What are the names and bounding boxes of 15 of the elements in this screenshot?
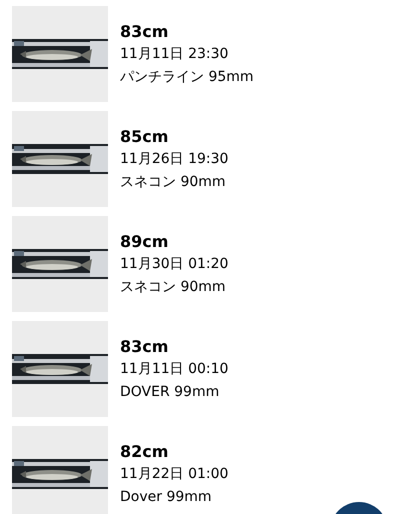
lure-name: DOVER 99mm <box>120 382 220 402</box>
lure-name: スネコン 90mm <box>120 278 227 296</box>
catch-datetime: 11月26日 19:30 <box>120 150 228 168</box>
catch-size: 83cm <box>120 336 170 356</box>
catch-datetime: 11月22日 01:00 <box>120 464 228 484</box>
catch-size: 82cm <box>120 440 170 462</box>
catch-datetime: 11月11日 00:10 <box>120 360 228 378</box>
catch-size: 83cm <box>120 20 170 42</box>
catch-datetime: 11月30日 01:20 <box>120 254 228 274</box>
catch-size: 89cm <box>120 230 170 252</box>
catch-datetime: 11月11日 23:30 <box>120 44 230 64</box>
lure-name: パンチライン 95mm <box>120 68 254 86</box>
catch-size: 85cm <box>120 126 170 146</box>
lure-name: Dover 99mm <box>120 488 213 506</box>
lure-name: スネコン 90mm <box>120 172 227 192</box>
